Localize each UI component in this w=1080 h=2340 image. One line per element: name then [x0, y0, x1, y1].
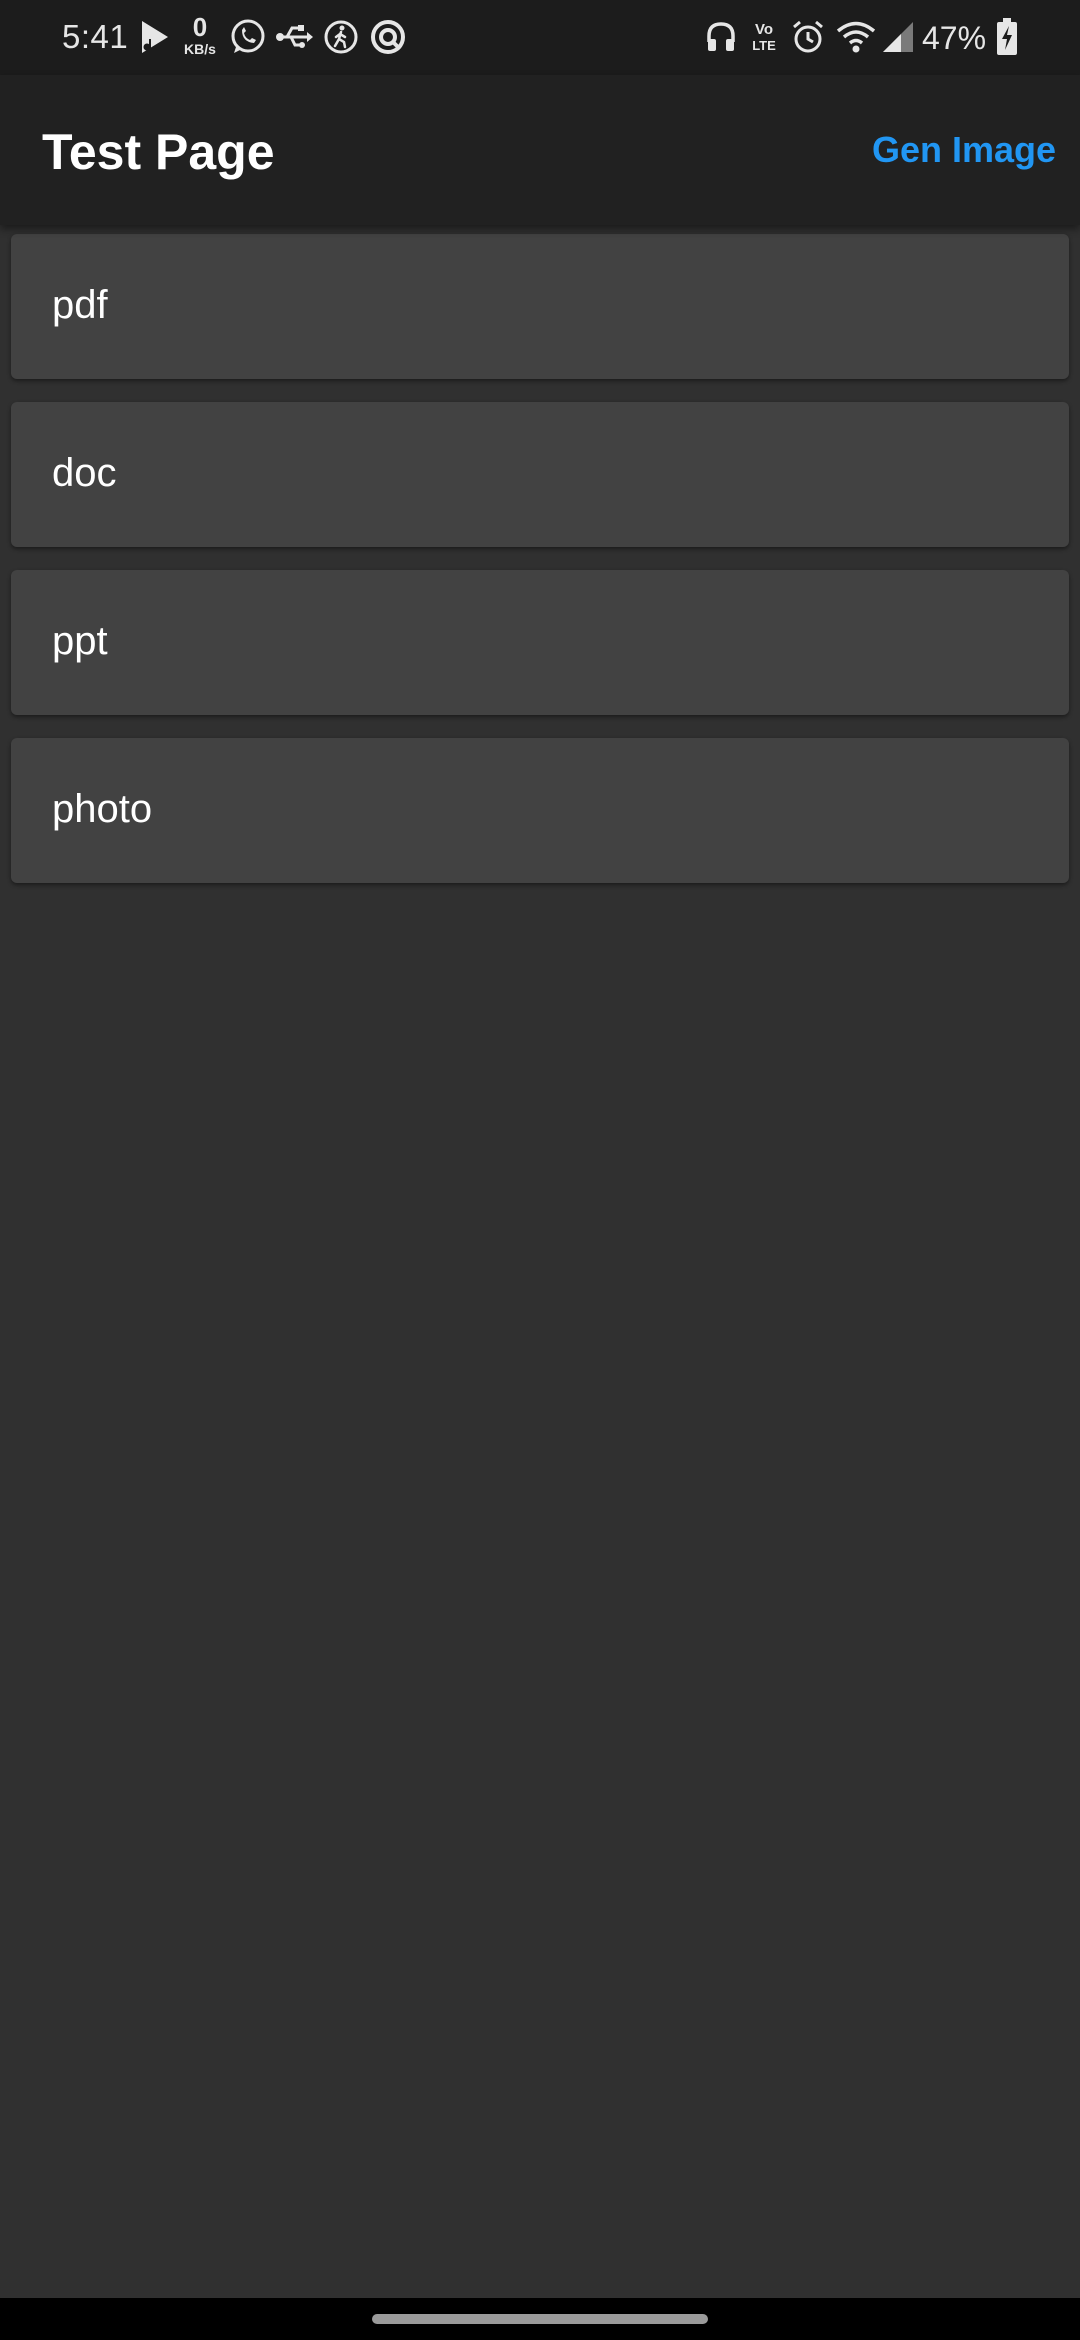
status-time: 5:41: [62, 18, 129, 55]
volte-top: Vo: [754, 21, 774, 38]
network-speed: 0 KB/s: [178, 14, 222, 56]
signal-icon: [880, 16, 916, 58]
page-title: Test Page: [42, 124, 275, 180]
alarm-icon: [790, 16, 826, 58]
list-item-label: pdf: [52, 283, 108, 327]
list-item-photo[interactable]: photo: [11, 738, 1069, 883]
list-item-label: doc: [52, 451, 117, 495]
battery-percent: 47%: [922, 20, 987, 56]
activity-icon: [322, 16, 360, 58]
play-store-icon: [136, 16, 174, 58]
list-item-label: photo: [52, 787, 153, 831]
battery-charging-icon: [994, 16, 1020, 58]
volte-bottom: LTE: [752, 38, 776, 53]
navigation-bar: [0, 2298, 1080, 2340]
home-gesture-handle[interactable]: [372, 2314, 708, 2324]
list-item-pdf[interactable]: pdf: [11, 234, 1069, 379]
file-type-list: pdf doc ppt photo: [11, 234, 1069, 906]
list-item-doc[interactable]: doc: [11, 402, 1069, 547]
network-speed-value: 0: [192, 12, 208, 42]
status-bar: 5:41 0 KB/s Vo LTE 47%: [0, 0, 1080, 75]
list-item-ppt[interactable]: ppt: [11, 570, 1069, 715]
gen-image-button[interactable]: Gen Image: [872, 129, 1056, 171]
usb-icon: [274, 16, 314, 58]
headphones-icon: [704, 16, 738, 58]
whatsapp-icon: [228, 16, 268, 58]
wifi-icon: [836, 16, 876, 58]
app-bar: Test Page Gen Image: [0, 75, 1080, 225]
app-icon: [368, 16, 408, 58]
list-item-label: ppt: [52, 619, 108, 663]
volte-indicator: Vo LTE: [748, 22, 780, 52]
network-speed-unit: KB/s: [184, 41, 216, 57]
